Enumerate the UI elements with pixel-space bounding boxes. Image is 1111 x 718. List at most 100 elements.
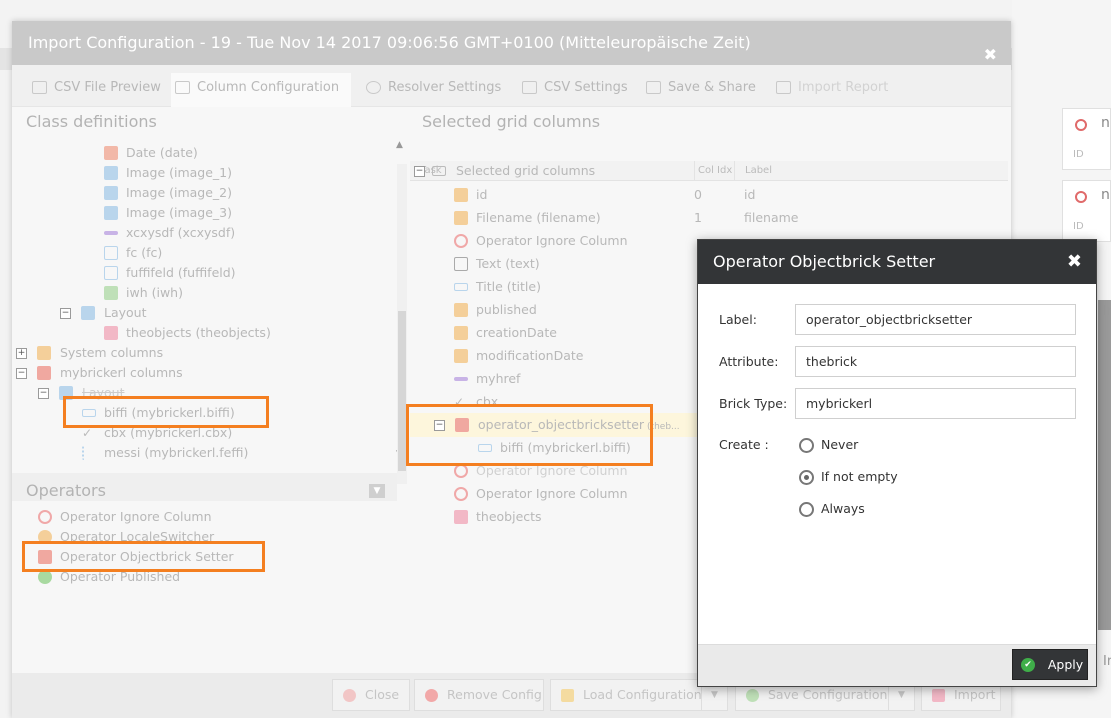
tree-item[interactable]: iwh (iwh) <box>104 283 183 303</box>
check-icon: ✔ <box>1021 658 1035 672</box>
collapse-icon[interactable]: − <box>60 308 71 319</box>
grid-row[interactable]: modificationDate <box>454 346 583 366</box>
tree-item[interactable]: fc (fc) <box>104 243 162 263</box>
grid-row[interactable]: published <box>454 300 537 320</box>
share-icon <box>646 81 661 94</box>
grid-row[interactable]: Title (title) <box>454 277 541 297</box>
radio-if-not-empty-label[interactable]: If not empty <box>821 469 898 484</box>
modal-title: Operator Objectbrick Setter <box>713 252 936 271</box>
background-card: n ID <box>1062 180 1111 242</box>
href-icon <box>104 231 118 235</box>
close-button[interactable]: Close <box>332 679 410 711</box>
collapse-panel-icon[interactable]: ▼ <box>369 484 385 498</box>
objects-icon <box>454 510 468 524</box>
ignore-icon <box>454 234 468 248</box>
apply-button[interactable]: ✔ Apply <box>1012 649 1088 680</box>
text-icon <box>454 257 468 271</box>
system-icon <box>454 211 468 225</box>
report-icon <box>776 81 791 94</box>
background-label: Ir <box>1103 654 1111 669</box>
grid-row[interactable]: Operator Ignore Column <box>454 484 628 504</box>
tree-item[interactable]: + System columns <box>16 343 163 363</box>
attribute-field-label: Attribute: <box>719 354 779 369</box>
tab-csv-file-preview[interactable]: CSV File Preview <box>28 73 168 107</box>
system-icon <box>454 188 468 202</box>
tree-item[interactable]: Image (image_2) <box>104 183 232 203</box>
radio-never-label[interactable]: Never <box>821 437 858 452</box>
tree-item[interactable]: theobjects (theobjects) <box>104 323 271 343</box>
expand-icon[interactable]: + <box>16 348 27 359</box>
field-icon <box>104 266 118 280</box>
brick-type-input[interactable] <box>795 388 1076 419</box>
operators-title: Operators <box>26 481 106 500</box>
class-definitions-title: Class definitions <box>26 112 157 131</box>
multiselect-icon <box>82 446 96 460</box>
remove-config-button[interactable]: Remove Config <box>414 679 544 711</box>
remove-icon <box>425 689 438 702</box>
radio-always[interactable] <box>799 502 814 517</box>
label-input[interactable] <box>795 304 1076 335</box>
folder-icon <box>561 689 574 702</box>
modal-title-bar: Operator Objectbrick Setter ✖ <box>698 240 1096 284</box>
tree-item[interactable]: − Layout <box>60 303 147 323</box>
grid-row[interactable]: theobjects <box>454 507 542 527</box>
background-label: Ir <box>1103 304 1111 319</box>
grid-row[interactable]: creationDate <box>454 323 557 343</box>
tab-import-report[interactable]: Import Report <box>772 73 892 107</box>
scroll-up-arrow-icon[interactable]: ▲ <box>396 140 403 150</box>
date-icon <box>104 146 118 160</box>
image-icon <box>104 166 118 180</box>
grid-row[interactable]: id 0 id <box>454 185 1014 205</box>
radio-never[interactable] <box>799 438 814 453</box>
tree-scroll-thumb[interactable] <box>398 311 406 471</box>
layout-icon <box>81 306 95 320</box>
grid-row[interactable]: Filename (filename) 1 filename <box>454 208 1014 228</box>
ignore-icon <box>38 510 52 524</box>
grid-row[interactable]: Operator Ignore Column <box>454 231 628 251</box>
label-field-label: Label: <box>719 312 757 327</box>
input-icon <box>454 283 468 291</box>
image-hotspot-icon <box>104 286 118 300</box>
radio-always-label[interactable]: Always <box>821 501 865 516</box>
grid-row[interactable]: Text (text) <box>454 254 540 274</box>
collapse-icon[interactable]: − <box>38 388 49 399</box>
tree-item[interactable]: fuffifeld (fuffifeld) <box>104 263 236 283</box>
folder-icon <box>432 166 446 176</box>
objects-icon <box>104 326 118 340</box>
brick-type-field-label: Brick Type: <box>719 396 788 411</box>
grid-icon <box>175 81 190 94</box>
tab-csv-settings[interactable]: CSV Settings <box>518 73 628 107</box>
objectbrick-setter-modal: Operator Objectbrick Setter ✖ Label: Att… <box>697 239 1097 687</box>
radio-if-not-empty[interactable] <box>799 470 814 485</box>
tree-item[interactable]: Image (image_3) <box>104 203 232 223</box>
image-icon <box>104 186 118 200</box>
tab-bar: CSV File Preview Column Configuration Re… <box>12 65 1011 107</box>
href-icon <box>454 377 468 381</box>
highlight-box <box>22 541 265 572</box>
system-icon <box>454 326 468 340</box>
grid-root-row[interactable]: − Selected grid columns <box>414 161 595 181</box>
system-icon <box>454 349 468 363</box>
collapse-icon[interactable]: − <box>16 368 27 379</box>
gear-icon <box>366 81 381 94</box>
tree-item[interactable]: Image (image_1) <box>104 163 232 183</box>
tab-column-configuration[interactable]: Column Configuration <box>171 73 351 107</box>
dialog-title: Import Configuration - 19 - Tue Nov 14 2… <box>28 33 751 52</box>
attribute-input[interactable] <box>795 346 1076 377</box>
collapse-icon[interactable]: − <box>414 166 425 177</box>
operator-item[interactable]: Operator Ignore Column <box>38 507 212 527</box>
tree-item[interactable]: xcxysdf (xcxysdf) <box>104 223 235 243</box>
ignore-icon <box>454 487 468 501</box>
create-field-label: Create : <box>719 437 769 452</box>
record-icon <box>1075 119 1087 131</box>
tree-item[interactable]: − mybrickerl columns <box>16 363 183 383</box>
tree-item[interactable]: Date (date) <box>104 143 198 163</box>
tab-resolver-settings[interactable]: Resolver Settings <box>362 73 502 107</box>
close-icon[interactable]: ✖ <box>1067 240 1082 284</box>
tab-save-share[interactable]: Save & Share <box>642 73 757 107</box>
highlight-box <box>63 396 269 428</box>
grid-row[interactable]: myhref <box>454 369 520 389</box>
field-icon <box>104 246 118 260</box>
dialog-title-bar: Import Configuration - 19 - Tue Nov 14 2… <box>12 21 1011 65</box>
tree-item[interactable]: messi (mybrickerl.feffi) <box>82 443 248 463</box>
